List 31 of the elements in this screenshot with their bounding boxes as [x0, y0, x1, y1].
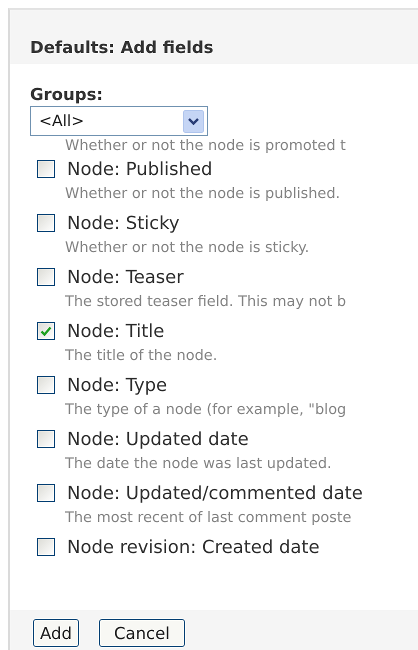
checkbox[interactable] — [37, 268, 55, 286]
checkbox[interactable] — [37, 214, 55, 232]
field-description: The date the node was last updated. — [64, 455, 333, 474]
field-description: The title of the node. — [64, 347, 218, 366]
add-button[interactable]: Add — [33, 619, 79, 647]
chevron-down-icon — [183, 110, 204, 132]
groups-label: Groups: — [30, 84, 104, 106]
checkbox[interactable] — [37, 430, 55, 448]
checkbox[interactable] — [37, 538, 55, 556]
groups-select[interactable]: <All> — [30, 106, 208, 136]
field-label: Node: Type — [67, 374, 168, 396]
field-label: Node: Teaser — [67, 266, 184, 288]
field-description: The type of a node (for example, "blog — [64, 401, 348, 420]
field-description: The stored teaser field. This may not b — [64, 293, 348, 312]
field-description: Whether or not the node is promoted t — [64, 137, 347, 155]
dialog-title: Defaults: Add fields — [30, 38, 214, 57]
checkbox[interactable] — [37, 160, 55, 178]
field-label: Node revision: Created date — [67, 536, 320, 558]
field-description: Whether or not the node is published. — [64, 185, 342, 204]
checkmark-icon — [40, 326, 52, 336]
field-label: Node: Published — [67, 158, 212, 180]
checkbox[interactable] — [37, 376, 55, 394]
field-description: Whether or not the node is sticky. — [64, 239, 310, 258]
checkbox[interactable] — [37, 484, 55, 502]
field-description: The most recent of last comment poste — [64, 509, 352, 528]
cancel-button[interactable]: Cancel — [98, 619, 185, 647]
field-label: Node: Updated/commented date — [67, 482, 363, 504]
field-label: Node: Title — [67, 320, 164, 342]
field-label: Node: Updated date — [67, 428, 249, 450]
field-label: Node: Sticky — [67, 212, 180, 234]
checkbox[interactable] — [37, 322, 55, 340]
